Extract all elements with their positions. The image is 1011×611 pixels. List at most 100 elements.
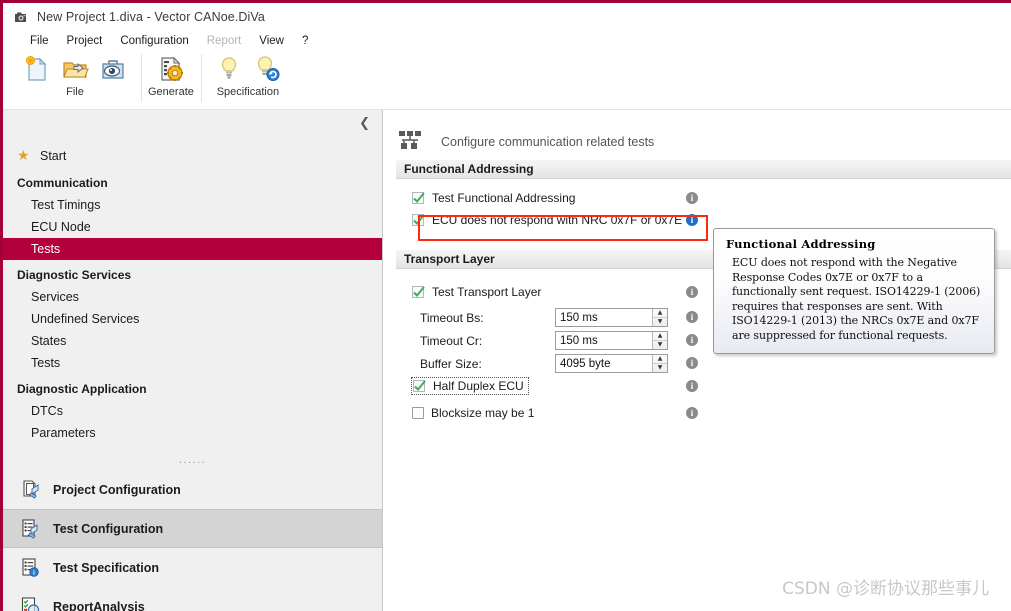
stepper-buttons[interactable]: ▲ ▼ [652, 355, 667, 372]
sidebar-item-dtcs[interactable]: DTCs [3, 400, 382, 422]
menu-project[interactable]: Project [58, 35, 112, 47]
stepper-down-icon[interactable]: ▼ [653, 364, 667, 373]
sidebar-section-label: Test Configuration [53, 521, 164, 536]
checkbox-label: Half Duplex ECU [433, 379, 524, 393]
sidebar-group-diagnostic-services: Diagnostic Services [17, 268, 132, 282]
timeout-bs-input[interactable] [556, 309, 652, 326]
sidebar-item-test-timings[interactable]: Test Timings [3, 194, 382, 216]
info-icon[interactable]: i [686, 192, 698, 204]
sidebar-item-ecu-node[interactable]: ECU Node [3, 216, 382, 238]
toolbar-group-file: File [9, 51, 141, 107]
main-header-text: Configure communication related tests [441, 135, 655, 149]
main-panel: Configure communication related tests Fu… [383, 110, 1011, 611]
info-icon[interactable]: i [686, 214, 698, 226]
checkbox-checked-icon[interactable] [412, 285, 425, 299]
toolbar: File Generate Specification [3, 51, 1011, 109]
stepper-up-icon[interactable]: ▲ [653, 332, 667, 341]
info-icon[interactable]: i [686, 334, 698, 346]
field-label: Timeout Cr: [420, 333, 483, 348]
timeout-cr-stepper[interactable]: ▲ ▼ [555, 331, 668, 350]
toolbar-group-label-specification: Specification [216, 86, 280, 98]
sidebar-item-project-configuration[interactable]: Project Configuration [3, 470, 382, 509]
buffer-size-stepper[interactable]: ▲ ▼ [555, 354, 668, 373]
buffer-size-input[interactable] [556, 355, 652, 372]
stepper-buttons[interactable]: ▲ ▼ [652, 309, 667, 326]
stepper-down-icon[interactable]: ▼ [653, 318, 667, 327]
test-config-icon [19, 518, 41, 540]
checkbox-row-blocksize-may-be-1: Blocksize may be 1 i [396, 402, 1011, 424]
report-analysis-icon [19, 596, 41, 611]
sidebar-item-states[interactable]: States [3, 330, 382, 352]
tooltip-title: Functional Addressing [726, 237, 876, 251]
sidebar: ❮ ★ Start Communication Test Timings ECU… [3, 110, 383, 611]
checkbox-checked-icon[interactable] [412, 213, 425, 227]
network-nodes-icon [397, 130, 423, 154]
field-label: Buffer Size: [420, 356, 482, 371]
main-header: Configure communication related tests [383, 110, 1011, 160]
checkbox-checked-icon[interactable] [413, 379, 426, 393]
test-spec-icon: i [19, 557, 41, 579]
stepper-up-icon[interactable]: ▲ [653, 355, 667, 364]
checkbox-checked-icon[interactable] [412, 191, 425, 205]
body: ❮ ★ Start Communication Test Timings ECU… [3, 110, 1011, 611]
info-icon[interactable]: i [686, 286, 698, 298]
sidebar-item-report-analysis[interactable]: ReportAnalysis [3, 587, 382, 611]
checkbox-label: Test Functional Addressing [432, 191, 576, 205]
sidebar-group-communication: Communication [17, 176, 108, 190]
timeout-bs-stepper[interactable]: ▲ ▼ [555, 308, 668, 327]
menu-bar: File Project Configuration Report View ? [3, 30, 1011, 51]
sidebar-item-start[interactable]: ★ Start [3, 144, 382, 168]
chevron-left-icon[interactable]: ❮ [359, 117, 370, 130]
sidebar-item-test-specification[interactable]: i Test Specification [3, 548, 382, 587]
open-folder-icon[interactable] [60, 54, 90, 84]
tooltip-body: ECU does not respond with the Negative R… [732, 256, 981, 342]
sidebar-item-diagnostic-tests[interactable]: Tests [3, 352, 382, 374]
tooltip-popup: Functional Addressing ECU does not respo… [713, 228, 995, 354]
info-icon[interactable]: i [686, 407, 698, 419]
lightbulb-icon[interactable] [214, 54, 244, 84]
menu-view[interactable]: View [250, 35, 293, 47]
sidebar-section-label: ReportAnalysis [53, 599, 145, 611]
sidebar-item-undefined-services[interactable]: Undefined Services [3, 308, 382, 330]
lightbulb-refresh-icon[interactable] [252, 54, 282, 84]
sidebar-item-communication-tests[interactable]: Tests [3, 238, 382, 260]
menu-file[interactable]: File [21, 35, 58, 47]
checkbox-row-half-duplex-ecu: Half Duplex ECU i [396, 375, 1011, 397]
checkbox-label: Test Transport Layer [432, 285, 542, 299]
briefcase-eye-icon[interactable] [98, 54, 128, 84]
sidebar-section-label: Test Specification [53, 560, 160, 575]
title-bar: New Project 1.diva - Vector CANoe.DiVa [3, 3, 1011, 30]
section-header-functional-addressing: Functional Addressing [396, 160, 1011, 179]
stepper-buttons[interactable]: ▲ ▼ [652, 332, 667, 349]
sidebar-nav: ★ Start Communication Test Timings ECU N… [3, 136, 382, 466]
field-row-buffer-size: Buffer Size: ▲ ▼ i [396, 352, 1011, 375]
field-label: Timeout Bs: [420, 310, 484, 325]
window-title: New Project 1.diva - Vector CANoe.DiVa [37, 9, 265, 24]
sidebar-item-test-configuration[interactable]: Test Configuration [3, 509, 382, 548]
toolbar-group-label-generate: Generate [148, 86, 194, 98]
new-document-icon[interactable] [22, 54, 52, 84]
toolbar-group-label-file: File [66, 86, 84, 98]
sidebar-item-services[interactable]: Services [3, 286, 382, 308]
checkbox-wrap: Blocksize may be 1 [396, 406, 586, 420]
document-gear-icon[interactable] [156, 54, 186, 84]
stepper-down-icon[interactable]: ▼ [653, 341, 667, 350]
functional-addressing-rows: Test Functional Addressing i ECU does no… [383, 179, 1011, 231]
menu-configuration[interactable]: Configuration [111, 35, 197, 47]
toolbar-group-generate: Generate [141, 51, 201, 107]
info-icon[interactable]: i [686, 380, 698, 392]
checkbox-wrap: Test Transport Layer [396, 285, 586, 299]
menu-help[interactable]: ? [293, 35, 317, 47]
checkbox-unchecked-icon[interactable] [412, 407, 424, 419]
checkbox-wrap: ECU does not respond with NRC 0x7F or 0x… [396, 213, 682, 227]
checkbox-label: Blocksize may be 1 [431, 406, 535, 420]
project-config-icon [19, 479, 41, 501]
info-icon[interactable]: i [686, 311, 698, 323]
timeout-cr-input[interactable] [556, 332, 652, 349]
checkbox-label: ECU does not respond with NRC 0x7F or 0x… [432, 213, 683, 227]
watermark: CSDN @诊断协议那些事儿 [782, 579, 989, 599]
stepper-up-icon[interactable]: ▲ [653, 309, 667, 318]
half-duplex-focus-box[interactable]: Half Duplex ECU [411, 377, 529, 395]
info-icon[interactable]: i [686, 357, 698, 369]
sidebar-item-parameters[interactable]: Parameters [3, 422, 382, 444]
